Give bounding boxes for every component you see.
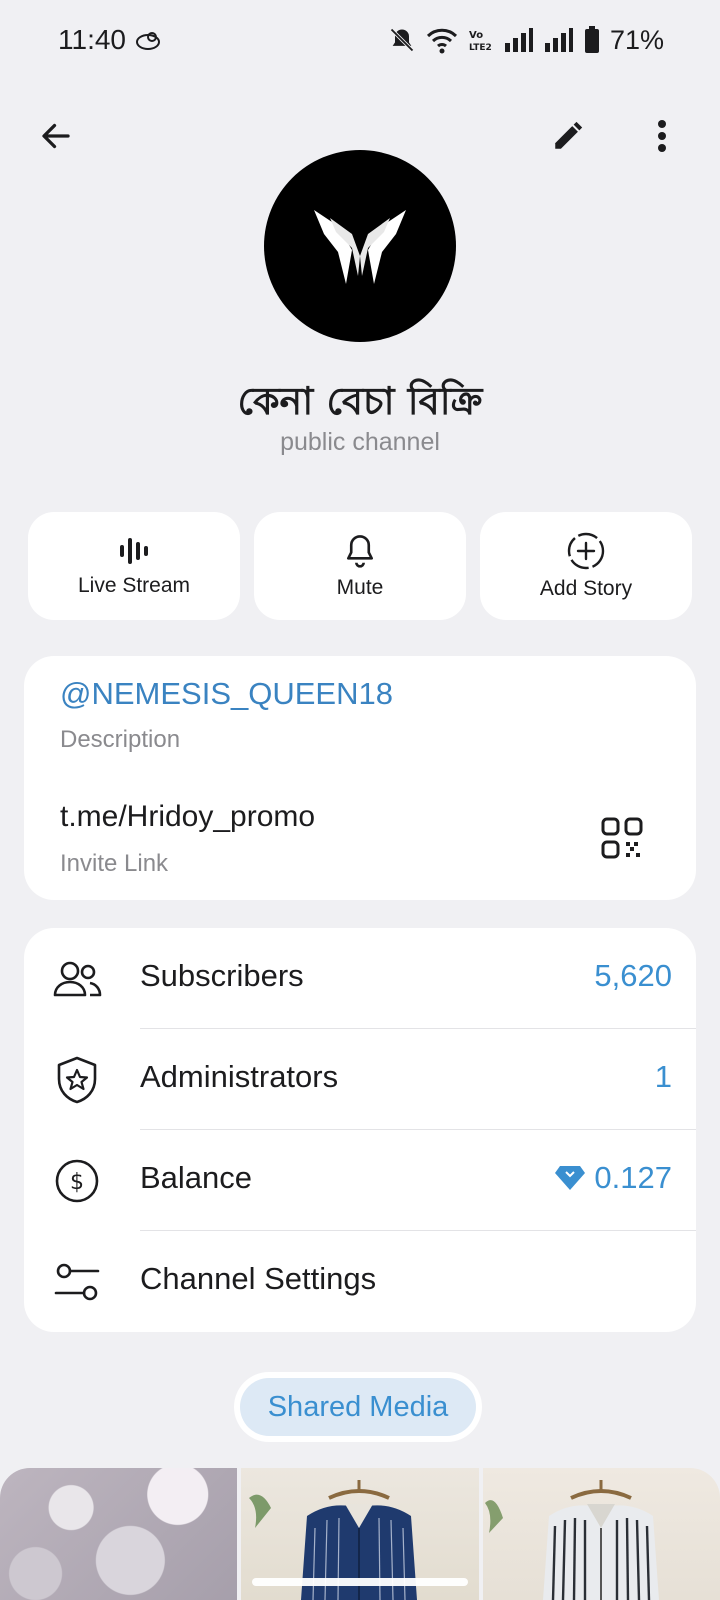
shirt-image xyxy=(484,1480,659,1600)
dollar-circle-icon: $ xyxy=(52,1158,102,1204)
status-right: Vo LTE2 71% xyxy=(388,25,664,56)
administrators-label: Administrators xyxy=(140,1059,339,1094)
more-button[interactable] xyxy=(630,104,694,168)
notification-icon xyxy=(136,32,160,50)
channel-logo xyxy=(314,210,406,284)
volte-icon: Vo LTE2 xyxy=(469,30,492,53)
balance-value-wrap: 0.127 xyxy=(554,1160,672,1196)
action-buttons: Live Stream Mute Add Story xyxy=(28,512,692,620)
live-stream-icon xyxy=(120,538,148,564)
status-time: 11:40 xyxy=(58,24,126,55)
edit-button[interactable] xyxy=(536,104,600,168)
mute-label: Mute xyxy=(336,576,384,599)
pencil-icon xyxy=(555,121,583,149)
channel-name: কেনা বেচা বিক্রি xyxy=(237,379,483,423)
info-card: @NEMESIS_QUEEN18 Description t.me/Hridoy… xyxy=(24,656,696,900)
subscribers-row[interactable]: Subscribers 5,620 xyxy=(24,928,696,1029)
live-stream-label: Live Stream xyxy=(77,574,191,597)
username-caption: Description xyxy=(60,726,181,753)
more-vertical-icon xyxy=(658,120,666,152)
qr-code-icon xyxy=(601,817,643,859)
status-left: 11:40 xyxy=(58,24,162,56)
balance-row[interactable]: $ Balance 0.127 xyxy=(24,1130,696,1231)
qr-code-button[interactable] xyxy=(596,812,648,864)
shared-media-tab[interactable]: Shared Media xyxy=(234,1372,482,1442)
arrow-left-icon xyxy=(42,123,70,149)
media-thumbnail[interactable] xyxy=(0,1468,238,1600)
status-bar: 11:40 Vo LTE2 71% xyxy=(0,0,720,80)
svg-text:$: $ xyxy=(70,1170,84,1195)
mute-button[interactable]: Mute xyxy=(254,512,466,620)
balance-value: 0.127 xyxy=(594,1160,672,1195)
diamond-icon xyxy=(555,1166,586,1190)
users-icon xyxy=(52,956,102,1002)
subscribers-count: 5,620 xyxy=(594,958,672,993)
bell-icon xyxy=(346,535,374,568)
battery-percent: 71% xyxy=(609,24,664,55)
bell-off-icon xyxy=(390,28,414,52)
administrators-row[interactable]: Administrators 1 xyxy=(24,1029,696,1130)
channel-settings-label: Channel Settings xyxy=(140,1261,377,1296)
shield-star-icon xyxy=(52,1056,102,1104)
invite-link[interactable]: t.me/Hridoy_promo xyxy=(60,800,315,834)
shared-media-label: Shared Media xyxy=(240,1378,476,1436)
balance-label: Balance xyxy=(140,1160,253,1195)
back-button[interactable] xyxy=(24,104,88,168)
signal-icon-2 xyxy=(544,28,573,52)
svg-text:Vo: Vo xyxy=(469,30,483,41)
channel-username[interactable]: @NEMESIS_QUEEN18 xyxy=(60,676,393,712)
home-indicator[interactable] xyxy=(252,1578,468,1586)
channel-type: public channel xyxy=(280,428,440,456)
channel-settings-row[interactable]: Channel Settings xyxy=(24,1231,696,1332)
sliders-icon xyxy=(52,1259,102,1305)
subscribers-label: Subscribers xyxy=(140,958,304,993)
add-story-icon xyxy=(567,532,605,570)
add-story-button[interactable]: Add Story xyxy=(480,512,692,620)
stats-card: Subscribers 5,620 Administrators 1 $ Bal… xyxy=(24,928,696,1332)
invite-link-caption: Invite Link xyxy=(60,850,169,877)
channel-avatar[interactable] xyxy=(264,150,456,342)
signal-icon-1 xyxy=(504,28,533,52)
wifi-icon xyxy=(426,28,458,54)
add-story-label: Add Story xyxy=(539,577,633,600)
administrators-count: 1 xyxy=(654,1059,672,1094)
battery-icon xyxy=(584,26,599,53)
svg-text:LTE2: LTE2 xyxy=(469,43,492,53)
live-stream-button[interactable]: Live Stream xyxy=(28,512,240,620)
media-thumbnail[interactable] xyxy=(482,1468,720,1600)
